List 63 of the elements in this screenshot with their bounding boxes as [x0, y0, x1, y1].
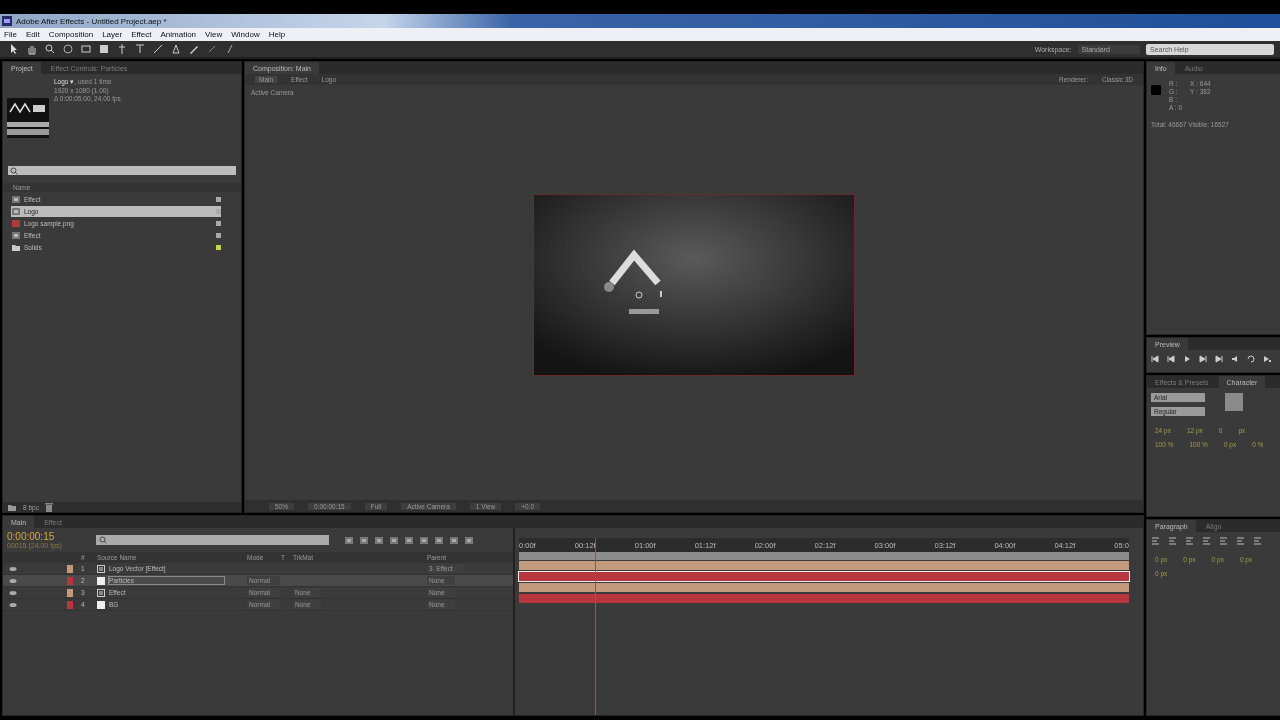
- solid-icon: [97, 576, 105, 585]
- trash-icon[interactable]: [44, 502, 53, 512]
- line-tool-icon[interactable]: [152, 43, 164, 55]
- thumbnail: [7, 98, 49, 138]
- play-icon[interactable]: [1183, 355, 1191, 363]
- pen-tool-icon[interactable]: [170, 43, 182, 55]
- menu-item[interactable]: Help: [268, 30, 286, 39]
- menu-item[interactable]: Composition: [48, 30, 94, 39]
- align-icon[interactable]: [1202, 537, 1211, 545]
- ram-preview-icon[interactable]: [1263, 355, 1271, 363]
- next-frame-icon[interactable]: [1199, 355, 1207, 363]
- comp-icon: [11, 207, 21, 216]
- precomp-icon: [97, 588, 105, 597]
- label-swatch[interactable]: [67, 600, 73, 609]
- menu-item[interactable]: Animation: [160, 30, 197, 39]
- window-title: Adobe After Effects - Untitled Project.aep *: [16, 16, 167, 26]
- label-swatch[interactable]: [67, 588, 73, 597]
- last-frame-icon[interactable]: [1215, 355, 1223, 363]
- search-field[interactable]: [8, 166, 236, 175]
- zoom-tool-icon[interactable]: [44, 43, 56, 55]
- align-icon[interactable]: [1236, 537, 1245, 545]
- menu-item[interactable]: Effect: [131, 30, 152, 39]
- align-icon[interactable]: [1185, 537, 1194, 545]
- timeline-switch-icon[interactable]: [434, 535, 444, 545]
- align-icon[interactable]: [1253, 537, 1262, 545]
- menu-item[interactable]: Layer: [102, 30, 123, 39]
- type-tool-icon[interactable]: [134, 43, 146, 55]
- image-icon: [11, 219, 21, 228]
- search-icon: [10, 166, 18, 175]
- align-icon[interactable]: [1151, 537, 1160, 545]
- search-field[interactable]: [96, 535, 329, 545]
- precomp-icon: [97, 564, 105, 573]
- loop-icon[interactable]: [1247, 355, 1255, 363]
- comp-icon: [11, 231, 21, 240]
- audio-icon[interactable]: [1231, 355, 1239, 363]
- timeline-switch-icon[interactable]: [404, 535, 414, 545]
- color-swatch: [1151, 85, 1161, 95]
- align-icon[interactable]: [1168, 537, 1177, 545]
- align-icon[interactable]: [1219, 537, 1228, 545]
- app-icon: [2, 16, 12, 26]
- timeline-switch-icon[interactable]: [344, 535, 354, 545]
- solid-icon: [97, 600, 105, 609]
- folder-icon[interactable]: [7, 502, 17, 512]
- menu-item[interactable]: Window: [231, 30, 260, 39]
- timeline-switch-icon[interactable]: [449, 535, 459, 545]
- selection-tool-icon[interactable]: [8, 43, 20, 55]
- menu-item[interactable]: Edit: [25, 30, 40, 39]
- timeline-switch-icon[interactable]: [389, 535, 399, 545]
- timeline-switch-icon[interactable]: [359, 535, 369, 545]
- timeline-switch-icon[interactable]: [374, 535, 384, 545]
- timeline-switch-icon[interactable]: [419, 535, 429, 545]
- comp-icon: [11, 195, 21, 204]
- menu-item[interactable]: View: [205, 30, 223, 39]
- fill-color-swatch[interactable]: [1224, 393, 1243, 411]
- folder-icon: [11, 243, 21, 252]
- current-time[interactable]: 0:00:00:15: [7, 531, 91, 542]
- previous-frame-icon[interactable]: [1167, 355, 1175, 363]
- search-icon: [99, 536, 107, 544]
- menu-item[interactable]: File: [4, 30, 17, 39]
- first-frame-icon[interactable]: [1151, 355, 1159, 363]
- label-swatch[interactable]: [67, 576, 73, 585]
- label-swatch[interactable]: [67, 564, 73, 573]
- timeline-switch-icon[interactable]: [464, 535, 474, 545]
